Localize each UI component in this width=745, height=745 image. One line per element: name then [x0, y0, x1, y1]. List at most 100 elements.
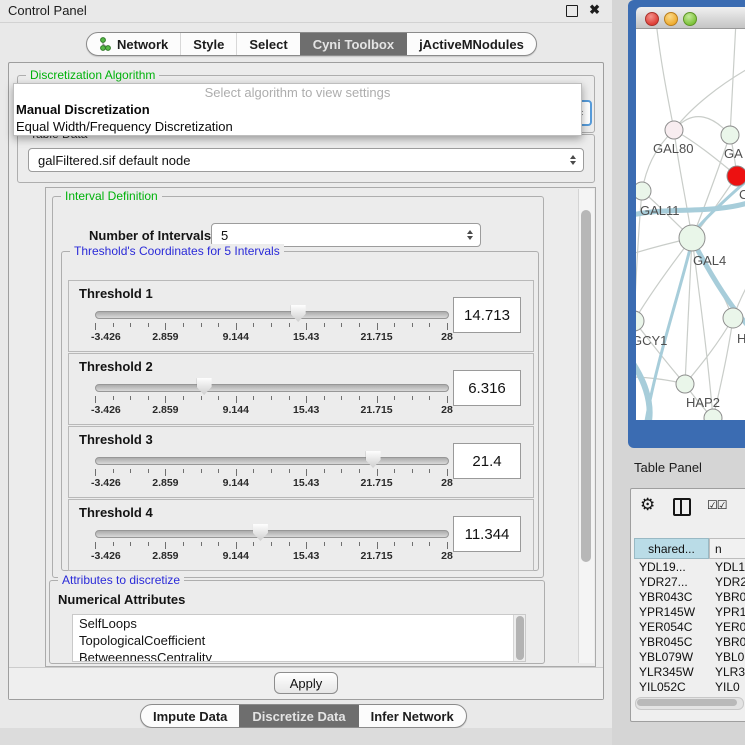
tab-impute-data[interactable]: Impute Data — [141, 705, 239, 727]
cell-name: YDL1 — [715, 560, 745, 575]
slider-track[interactable] — [95, 457, 449, 465]
tab-label: Cyni Toolbox — [313, 37, 394, 52]
cell-name: YBL0 — [715, 650, 744, 665]
threshold-box: Threshold 3 -3.4262.8599.14415.4321.71528… — [68, 426, 534, 498]
interval-group-title: Interval Definition — [61, 189, 162, 203]
network-node-c[interactable] — [727, 166, 745, 186]
tab-style[interactable]: Style — [180, 33, 236, 55]
threshold-box: Threshold 1-3.4262.8599.14415.4321.71528… — [68, 280, 534, 352]
minimize-traffic-light[interactable] — [664, 12, 678, 26]
control-panel: Control Panel ✖ NetworkStyleSelectCyni T… — [0, 0, 612, 745]
apply-button[interactable]: Apply — [274, 672, 338, 694]
algorithm-group-title: Discretization Algorithm — [26, 68, 159, 82]
bottom-tab-bar: Impute Data Discretize DataInfer Network — [140, 704, 467, 728]
threshold-value-field[interactable]: 11.344 — [453, 516, 521, 552]
horizontal-scrollbar-thumb[interactable] — [637, 699, 737, 706]
cell-shared-name: YDL19... — [634, 560, 715, 575]
float-window-icon[interactable] — [566, 5, 578, 17]
table-row[interactable]: YBL079WYBL0 — [634, 650, 745, 665]
right-region: GAL80GACGAL11GAL4GCY1HHAP2 Table Panel ⚙… — [612, 0, 745, 745]
cell-name: YIL0 — [715, 680, 740, 695]
network-node-gcy1[interactable] — [636, 311, 644, 331]
gear-icon[interactable]: ⚙ — [640, 495, 655, 515]
tab-discretize-data[interactable]: Discretize Data — [239, 705, 357, 727]
cell-shared-name: YPR145W — [634, 605, 715, 620]
table-row[interactable]: YER054CYER0 — [634, 620, 745, 635]
slider-track[interactable] — [95, 311, 449, 319]
tab-cyni-toolbox[interactable]: Cyni Toolbox — [300, 33, 406, 55]
tab-label: Impute Data — [153, 709, 227, 724]
settings-scroll-pane: Interval Definition Number of Intervals … — [45, 187, 596, 667]
network-tab-icon — [99, 37, 112, 51]
table-row[interactable]: YBR045CYBR0 — [634, 635, 745, 650]
network-view[interactable]: GAL80GACGAL11GAL4GCY1HHAP2 — [636, 29, 745, 420]
tab-network[interactable]: Network — [87, 33, 180, 55]
attribute-item[interactable]: TopologicalCoefficient — [73, 632, 525, 649]
network-window-titlebar[interactable] — [636, 7, 745, 29]
threshold-label: Threshold 3 — [79, 432, 153, 447]
network-edge — [656, 29, 674, 130]
attribute-list[interactable]: SelfLoopsTopologicalCoefficientBetweenne… — [72, 614, 526, 662]
slider-thumb[interactable] — [366, 451, 381, 468]
close-traffic-light[interactable] — [645, 12, 659, 26]
vertical-scrollbar[interactable] — [578, 189, 594, 663]
slider-track[interactable] — [95, 384, 449, 392]
cell-shared-name: YBR043C — [634, 590, 715, 605]
threshold-value-field[interactable]: 14.713 — [453, 297, 521, 333]
table-panel-title: Table Panel — [634, 460, 702, 475]
network-node-ga[interactable] — [721, 126, 739, 144]
tab-select[interactable]: Select — [236, 33, 299, 55]
table-row[interactable]: YIL052CYIL0 — [634, 680, 745, 695]
column-header-name[interactable]: n — [709, 538, 745, 559]
combo-stepper-icon — [570, 155, 576, 165]
table-row[interactable]: YBR043CYBR0 — [634, 590, 745, 605]
list-scrollbar-thumb[interactable] — [516, 616, 524, 660]
threshold-value-field[interactable]: 6.316 — [453, 370, 521, 406]
split-columns-icon[interactable] — [673, 498, 691, 516]
network-node-hap2[interactable] — [676, 375, 694, 393]
slider-thumb[interactable] — [197, 378, 212, 395]
table-panel: ⚙ ☑☑ shared... n YDL19...YDL1YDR27...YDR… — [630, 488, 745, 722]
list-scrollbar[interactable] — [513, 615, 525, 661]
cell-name: YBR0 — [715, 635, 745, 650]
network-node-gal80[interactable] — [665, 121, 683, 139]
network-edge-highlighted — [636, 359, 650, 420]
column-header-shared-name[interactable]: shared... — [634, 538, 709, 559]
select-columns-icon[interactable]: ☑☑ — [707, 498, 727, 512]
cell-name: YBR0 — [715, 590, 745, 605]
attributes-group: Attributes to discretize Numerical Attri… — [49, 580, 545, 664]
table-row[interactable]: YPR145WYPR1 — [634, 605, 745, 620]
attribute-item[interactable]: BetweennessCentrality — [73, 649, 525, 662]
vertical-scrollbar-thumb[interactable] — [581, 210, 591, 562]
network-node-label: GCY1 — [636, 333, 667, 348]
attributes-group-title: Attributes to discretize — [58, 573, 184, 587]
cell-shared-name: YLR345W — [634, 665, 715, 680]
slider-tick-labels: -3.4262.8599.14415.4321.71528 — [95, 477, 447, 489]
zoom-traffic-light[interactable] — [683, 12, 697, 26]
thresholds-group-title: Threshold's Coordinates for 5 Intervals — [70, 244, 284, 258]
horizontal-scrollbar[interactable] — [635, 697, 744, 710]
threshold-label: Threshold 2 — [79, 359, 153, 374]
threshold-value-field[interactable]: 21.4 — [453, 443, 521, 479]
tab-jactivemnodules[interactable]: jActiveMNodules — [406, 33, 536, 55]
network-node-gal11[interactable] — [636, 182, 651, 200]
threshold-label: Threshold 1 — [79, 286, 153, 301]
network-node-gal4[interactable] — [679, 225, 705, 251]
popup-option-manual[interactable]: Manual Discretization — [14, 101, 581, 118]
popup-option-equal-width[interactable]: Equal Width/Frequency Discretization — [14, 118, 581, 135]
tab-label: jActiveMNodules — [419, 37, 524, 52]
table-row[interactable]: YDR27...YDR2 — [634, 575, 745, 590]
table-data-combobox[interactable]: galFiltered.sif default node — [28, 148, 584, 172]
network-edge — [642, 130, 674, 191]
close-icon[interactable]: ✖ — [589, 2, 600, 18]
slider-thumb[interactable] — [291, 305, 306, 322]
popup-hint: Select algorithm to view settings — [14, 84, 581, 101]
network-node-label: GAL80 — [653, 141, 693, 156]
table-row[interactable]: YDL19...YDL1 — [634, 560, 745, 575]
slider-thumb[interactable] — [253, 524, 268, 541]
slider-track[interactable] — [95, 530, 449, 538]
table-row[interactable]: YLR345WYLR3 — [634, 665, 745, 680]
tab-infer-network[interactable]: Infer Network — [358, 705, 466, 727]
attribute-item[interactable]: SelfLoops — [73, 615, 525, 632]
network-node-h[interactable] — [723, 308, 743, 328]
